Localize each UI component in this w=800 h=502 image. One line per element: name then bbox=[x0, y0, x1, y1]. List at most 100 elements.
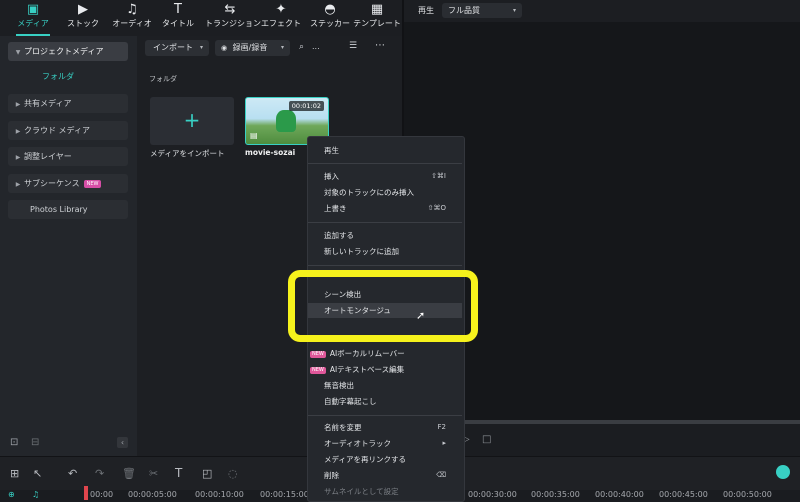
menu-item-play[interactable]: 再生 bbox=[324, 143, 454, 158]
tab-title[interactable]: T タイトル bbox=[153, 2, 203, 36]
tab-transition[interactable]: ⇆ トランジション bbox=[205, 2, 261, 36]
ruler-tick: 00:00:05:00 bbox=[128, 490, 177, 499]
ruler-tick: 00:00:30:00 bbox=[468, 490, 517, 499]
playhead[interactable] bbox=[84, 486, 88, 500]
ruler-tick: 00:00:35:00 bbox=[531, 490, 580, 499]
tab-media[interactable]: ▣ メディア bbox=[8, 2, 58, 36]
folder-heading: フォルダ bbox=[149, 75, 177, 83]
clip-duration: 00:01:02 bbox=[288, 101, 324, 111]
menu-item-audio-track[interactable]: オーディオトラック ▸ bbox=[324, 436, 454, 451]
sidebar-item-folder[interactable]: フォルダ bbox=[42, 71, 74, 82]
import-media-tile[interactable]: + bbox=[150, 97, 234, 145]
caret-right-icon: ▶ bbox=[15, 154, 21, 161]
caret-down-icon: ▼ bbox=[15, 49, 21, 56]
media-sidebar: ▼ プロジェクトメディア フォルダ ▶ 共有メディア ▶ クラウド メディア ▶ 調整レ… bbox=[0, 36, 137, 456]
sidebar-item-subsequence[interactable]: ▶ サブシーケンス NEW bbox=[8, 174, 128, 193]
menu-separator bbox=[308, 163, 462, 164]
import-media-label: メディアをインポート bbox=[150, 149, 225, 158]
crop-icon[interactable]: ◰ bbox=[202, 467, 212, 480]
menu-item-insert[interactable]: 挿入 ⇧⌘I bbox=[324, 169, 454, 184]
new-folder-icon[interactable]: ⊡ bbox=[10, 437, 18, 448]
menu-item-rename[interactable]: 名前を変更 F2 bbox=[324, 420, 454, 435]
tab-template[interactable]: ▦ テンプレート bbox=[352, 2, 402, 36]
layout-icon[interactable]: ⊞ bbox=[10, 467, 19, 480]
sidebar-item-shared-media[interactable]: ▶ 共有メディア bbox=[8, 94, 128, 113]
stock-icon: ▶ bbox=[78, 2, 88, 17]
color-icon[interactable]: ◌ bbox=[228, 467, 238, 480]
top-toolbar: ▣ メディア ▶ ストック ♫ オーディオ T タイトル ⇆ トランジション ✦… bbox=[0, 0, 404, 36]
menu-item-overwrite[interactable]: 上書き ⇧⌘O bbox=[324, 201, 454, 216]
chevron-down-icon: ▾ bbox=[512, 7, 516, 14]
folder-icon[interactable]: ⊟ bbox=[31, 437, 39, 448]
menu-item-append[interactable]: 追加する bbox=[324, 228, 454, 243]
sidebar-item-project-media[interactable]: ▼ プロジェクトメディア bbox=[8, 42, 128, 61]
record-icon: ◉ bbox=[221, 44, 228, 52]
menu-item-silence-detection[interactable]: 無音検出 bbox=[324, 378, 454, 393]
stop-icon[interactable]: □ bbox=[482, 434, 491, 445]
caret-right-icon: ▶ bbox=[15, 128, 21, 135]
tab-stock[interactable]: ▶ ストック bbox=[58, 2, 108, 36]
ruler-tick: 00:00:45:00 bbox=[659, 490, 708, 499]
menu-separator bbox=[308, 265, 462, 266]
menu-separator bbox=[308, 222, 462, 223]
filter-icon[interactable]: ☰ bbox=[349, 41, 357, 51]
plus-icon: + bbox=[183, 108, 201, 132]
cut-icon[interactable]: ✂ bbox=[149, 467, 158, 480]
more-icon[interactable]: ⋯ bbox=[375, 40, 385, 51]
menu-item-delete[interactable]: 削除 ⌫ bbox=[324, 468, 454, 483]
tab-audio[interactable]: ♫ オーディオ bbox=[107, 2, 157, 36]
template-icon: ▦ bbox=[370, 2, 384, 17]
sticker-icon: ◓ bbox=[324, 2, 336, 17]
delete-icon[interactable]: 🗑 bbox=[122, 467, 136, 480]
collapse-sidebar-button[interactable]: ‹ bbox=[117, 437, 128, 448]
menu-item-ai-vocal-remover[interactable]: NEW AIボーカルリムーバー bbox=[310, 346, 440, 361]
chevron-down-icon: ▾ bbox=[280, 44, 284, 51]
menu-item-ai-text-based-edit[interactable]: NEW AIテキストベース編集 bbox=[310, 362, 440, 377]
sidebar-item-cloud-media[interactable]: ▶ クラウド メディア bbox=[8, 121, 128, 140]
ruler-tick: 00:00:50:00 bbox=[723, 490, 772, 499]
preview-header: 再生 フル品質 ▾ bbox=[404, 0, 800, 22]
quality-select[interactable]: フル品質 ▾ bbox=[442, 3, 522, 18]
music-icon: ♫ bbox=[126, 2, 138, 17]
undo-icon[interactable]: ↶ bbox=[68, 467, 77, 480]
tab-effect[interactable]: ✦ エフェクト bbox=[256, 2, 306, 36]
music-track-icon[interactable]: ♫ bbox=[32, 490, 39, 499]
menu-item-set-thumbnail[interactable]: サムネイルとして設定 bbox=[324, 484, 454, 499]
text-tool-icon[interactable]: T bbox=[175, 466, 182, 480]
video-icon: ▤ bbox=[250, 131, 258, 140]
preview-label: 再生 bbox=[418, 6, 434, 15]
new-badge: NEW bbox=[310, 350, 326, 358]
sidebar-item-adjustment-layer[interactable]: ▶ 調整レイヤー bbox=[8, 147, 128, 166]
chevron-right-icon: ▸ bbox=[442, 439, 446, 447]
highlight-annotation bbox=[288, 270, 478, 342]
media-icon: ▣ bbox=[26, 2, 40, 17]
chevron-down-icon: ▾ bbox=[199, 44, 203, 51]
select-tool-icon[interactable]: ↖ bbox=[33, 467, 42, 480]
caret-right-icon: ▶ bbox=[15, 181, 21, 188]
transition-icon: ⇆ bbox=[224, 2, 236, 17]
menu-item-insert-target-track[interactable]: 対象のトラックにのみ挿入 bbox=[324, 185, 454, 200]
caret-right-icon: ▶ bbox=[15, 101, 21, 108]
search-input[interactable]: ... bbox=[312, 42, 320, 51]
menu-item-auto-caption[interactable]: 自動字幕起こし bbox=[324, 394, 454, 409]
ruler-tick: 00:00:10:00 bbox=[195, 490, 244, 499]
redo-icon[interactable]: ↷ bbox=[95, 467, 104, 480]
ai-assistant-icon[interactable] bbox=[776, 465, 790, 479]
new-badge: NEW bbox=[83, 179, 102, 188]
import-dropdown[interactable]: インポート ▾ bbox=[145, 40, 209, 56]
menu-item-relink-media[interactable]: メディアを再リンクする bbox=[324, 452, 454, 467]
title-icon: T bbox=[174, 2, 182, 17]
ruler-tick: 00:00:15:00 bbox=[260, 490, 309, 499]
clip-name: movie-sozai bbox=[245, 148, 296, 157]
sidebar-item-photos-library[interactable]: Photos Library bbox=[8, 200, 128, 219]
add-track-icon[interactable]: ⊕ bbox=[8, 490, 15, 499]
effect-icon: ✦ bbox=[275, 2, 287, 17]
search-icon[interactable]: ⌕ bbox=[299, 42, 304, 52]
tab-sticker[interactable]: ◓ ステッカー bbox=[305, 2, 355, 36]
new-badge: NEW bbox=[310, 366, 326, 374]
clip-preview-image bbox=[276, 110, 296, 132]
menu-separator bbox=[308, 415, 462, 416]
record-dropdown[interactable]: ◉ 録画/録音 ▾ bbox=[215, 40, 290, 56]
ruler-tick: 00:00:40:00 bbox=[595, 490, 644, 499]
menu-item-add-new-track[interactable]: 新しいトラックに追加 bbox=[324, 244, 454, 259]
